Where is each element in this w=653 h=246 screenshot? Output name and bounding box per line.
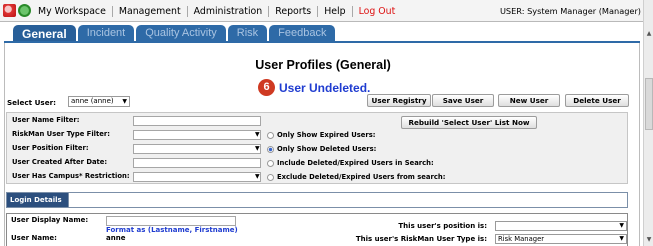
chevron-down-icon: ▼: [619, 235, 624, 242]
main-menu: My Workspace Management Administration R…: [32, 0, 401, 22]
scroll-thumb[interactable]: [645, 78, 653, 130]
tab-risk[interactable]: Risk: [227, 25, 268, 42]
created-after-input[interactable]: [133, 158, 261, 168]
user-type-value: Risk Manager: [498, 235, 545, 243]
top-toolbar: My Workspace Management Administration R…: [0, 0, 643, 22]
select-user-dropdown[interactable]: anne (anne) ▼: [68, 96, 130, 107]
status-message: User Undeleted.: [279, 80, 371, 95]
radio-include-deleted[interactable]: Include Deleted/Expired Users in Search:: [267, 159, 434, 167]
chevron-down-icon: ▼: [619, 222, 624, 229]
display-name-label: User Display Name:: [11, 216, 89, 224]
select-user-value: anne (anne): [71, 97, 114, 105]
select-user-label: Select User:: [7, 98, 56, 107]
menu-management[interactable]: Management: [113, 5, 188, 17]
menu-reports[interactable]: Reports: [269, 5, 319, 17]
position-filter-label: User Position Filter:: [12, 144, 89, 152]
radio-exclude-deleted[interactable]: Exclude Deleted/Expired Users from searc…: [267, 173, 445, 181]
radio-only-expired[interactable]: Only Show Expired Users:: [267, 131, 376, 139]
login-details-title: Login Details: [7, 193, 69, 207]
scroll-down-icon[interactable]: ▼: [644, 236, 653, 243]
user-name-filter-label: User Name Filter:: [12, 116, 80, 124]
page-title: User Profiles (General): [255, 58, 391, 72]
menu-administration[interactable]: Administration: [188, 5, 270, 17]
status-badge: 6: [258, 79, 275, 96]
new-user-button[interactable]: New User: [498, 94, 560, 107]
radio-include-deleted-label: Include Deleted/Expired Users in Search:: [277, 159, 434, 167]
page-scrollbar[interactable]: ▲ ▼: [643, 0, 653, 246]
refresh-icon[interactable]: [18, 4, 31, 17]
position-label: This user's position is:: [398, 222, 487, 230]
radio-only-deleted-label: Only Show Deleted Users:: [277, 145, 377, 153]
tab-quality-activity[interactable]: Quality Activity: [136, 25, 226, 42]
position-filter-select[interactable]: [133, 144, 261, 154]
status-line: 6 User Undeleted.: [258, 79, 370, 96]
menu-help[interactable]: Help: [318, 5, 353, 17]
riskman-type-filter-select[interactable]: [133, 130, 261, 140]
campus-restriction-select[interactable]: [133, 172, 261, 182]
login-details-header: Login Details: [6, 192, 628, 208]
display-name-input[interactable]: [106, 216, 236, 226]
rebuild-list-button[interactable]: Rebuild 'Select User' List Now: [401, 116, 537, 129]
user-type-label: This user's RiskMan User Type is:: [355, 235, 487, 243]
format-hint: Format as (Lastname, Firstname): [106, 226, 238, 234]
radio-only-deleted[interactable]: Only Show Deleted Users:: [267, 145, 376, 153]
chevron-down-icon: ▼: [255, 131, 260, 138]
menu-log-out[interactable]: Log Out: [353, 6, 402, 17]
user-name-filter-input[interactable]: [133, 116, 261, 126]
user-type-select[interactable]: Risk Manager ▼: [495, 234, 627, 244]
riskman-type-filter-label: RiskMan User Type Filter:: [12, 130, 110, 138]
delete-user-button[interactable]: Delete User: [565, 94, 629, 107]
tab-incident[interactable]: Incident: [77, 25, 135, 42]
radio-circle-icon[interactable]: [267, 159, 274, 167]
radio-only-expired-label: Only Show Expired Users:: [277, 131, 376, 139]
user-name-value: anne: [106, 234, 126, 242]
chevron-down-icon: ▼: [255, 145, 260, 152]
save-user-button[interactable]: Save User: [432, 94, 494, 107]
scroll-up-icon[interactable]: ▲: [644, 30, 653, 37]
radio-circle-icon[interactable]: [267, 145, 274, 153]
radio-exclude-deleted-label: Exclude Deleted/Expired Users from searc…: [277, 173, 446, 181]
tab-general[interactable]: General: [13, 25, 76, 42]
logo-icon: [3, 4, 16, 17]
tab-feedback[interactable]: Feedback: [269, 25, 336, 42]
chevron-down-icon: ▼: [122, 98, 127, 105]
login-details-section: User Display Name: Format as (Lastname, …: [6, 213, 628, 246]
radio-circle-icon[interactable]: [267, 131, 274, 139]
created-after-label: User Created After Date:: [12, 158, 108, 166]
menu-my-workspace[interactable]: My Workspace: [32, 5, 113, 17]
position-select[interactable]: ▼: [495, 221, 627, 231]
user-registry-button[interactable]: User Registry: [367, 94, 431, 107]
tab-bar: General Incident Quality Activity Risk F…: [13, 25, 336, 42]
campus-restriction-label: User Has Campus* Restriction:: [12, 172, 130, 180]
chevron-down-icon: ▼: [255, 173, 260, 180]
filter-panel: User Name Filter: RiskMan User Type Filt…: [6, 112, 628, 184]
user-info: USER: System Manager (Manager): [499, 6, 641, 16]
radio-circle-icon[interactable]: [267, 173, 274, 181]
user-name-label: User Name:: [11, 234, 57, 242]
